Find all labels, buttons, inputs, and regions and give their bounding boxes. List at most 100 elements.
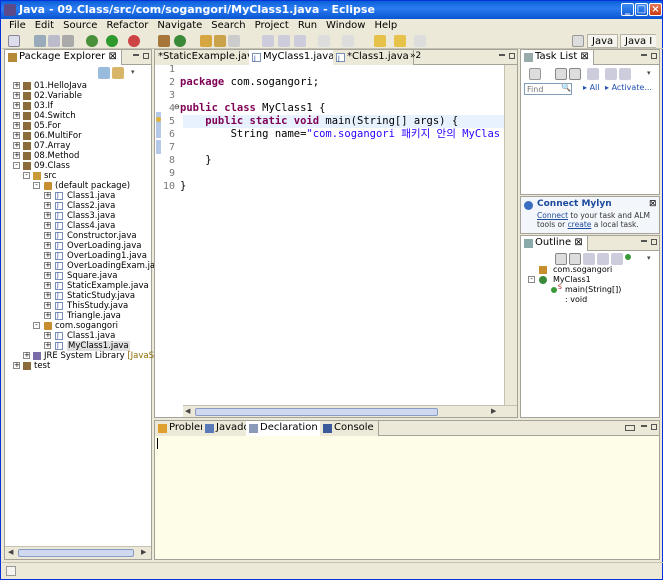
open-perspective-icon[interactable] — [572, 35, 584, 47]
expand-icon[interactable]: + — [44, 282, 51, 289]
menu-search[interactable]: Search — [207, 19, 249, 33]
fold-icon[interactable]: ⊖ — [174, 103, 180, 111]
minimize-view-icon[interactable] — [641, 54, 647, 56]
save-all-icon[interactable] — [48, 35, 60, 47]
new-java-project-icon[interactable] — [158, 35, 170, 47]
expand-icon[interactable]: + — [44, 342, 51, 349]
debug-icon[interactable] — [86, 35, 98, 47]
outline-tab[interactable]: Outline ⊠ — [521, 236, 588, 251]
tab-overflow[interactable]: »2 — [410, 51, 421, 61]
public-filter-icon[interactable] — [625, 254, 631, 260]
expand-icon[interactable]: + — [44, 332, 51, 339]
expand-icon[interactable]: + — [13, 362, 20, 369]
new-task-icon[interactable] — [529, 68, 541, 80]
expand-icon[interactable]: + — [13, 142, 20, 149]
expand-icon[interactable]: + — [13, 82, 20, 89]
collapse-all-icon[interactable] — [619, 68, 631, 80]
connect-link[interactable]: Connect — [537, 211, 568, 220]
sort-icon[interactable] — [555, 253, 567, 265]
forward-icon[interactable] — [394, 35, 406, 47]
view-menu-icon[interactable]: ▾ — [131, 68, 135, 76]
link-editor-icon[interactable] — [112, 67, 124, 79]
maximize-view-icon[interactable] — [651, 53, 657, 59]
tab-console[interactable]: Console — [320, 421, 379, 436]
expand-icon[interactable]: + — [44, 302, 51, 309]
menu-source[interactable]: Source — [59, 19, 101, 33]
task-all-link[interactable]: ▸ All — [583, 83, 599, 92]
open-task-icon[interactable] — [214, 35, 226, 47]
perspective-java[interactable]: Java — [587, 34, 619, 48]
menu-help[interactable]: Help — [370, 19, 401, 33]
close-button[interactable]: × — [649, 3, 662, 16]
hide-fields-icon[interactable] — [569, 253, 581, 265]
save-icon[interactable] — [34, 35, 46, 47]
scroll-right-icon[interactable]: ▶ — [141, 548, 146, 556]
maximize-view-icon[interactable] — [651, 424, 657, 430]
collapse-icon[interactable]: - — [528, 276, 535, 283]
view-menu-icon[interactable]: ▾ — [647, 254, 651, 262]
expand-icon[interactable]: + — [13, 92, 20, 99]
hide-completed-icon[interactable] — [605, 68, 617, 80]
scroll-right-icon[interactable]: ▶ — [491, 407, 496, 415]
next-annotation-icon[interactable] — [318, 35, 330, 47]
prev-annotation-icon[interactable] — [342, 35, 354, 47]
expand-icon[interactable]: + — [44, 202, 51, 209]
expand-icon[interactable]: + — [44, 212, 51, 219]
perspective-java-browsing[interactable]: Java I — [620, 34, 657, 48]
minimize-view-icon[interactable] — [499, 54, 505, 56]
expand-icon[interactable]: + — [44, 232, 51, 239]
fast-view-icon[interactable] — [6, 566, 16, 576]
collapse-icon[interactable]: - — [33, 322, 40, 329]
expand-icon[interactable]: + — [13, 102, 20, 109]
collapse-icon[interactable]: - — [13, 162, 20, 169]
scheduled-icon[interactable] — [569, 68, 581, 80]
maximize-button[interactable]: □ — [635, 3, 648, 16]
toggle-mark-icon[interactable] — [262, 35, 274, 47]
expand-icon[interactable]: + — [13, 122, 20, 129]
show-whitespace-icon[interactable] — [278, 35, 290, 47]
menu-edit[interactable]: Edit — [31, 19, 58, 33]
maximize-view-icon[interactable] — [509, 53, 515, 59]
minimize-view-icon[interactable] — [641, 425, 647, 427]
vertical-scrollbar[interactable] — [504, 65, 517, 405]
code-editor[interactable]: package com.sogangori; public class MyCl… — [180, 63, 500, 232]
print-icon[interactable] — [62, 35, 74, 47]
focus-icon[interactable] — [587, 68, 599, 80]
expand-icon[interactable]: + — [44, 192, 51, 199]
expand-icon[interactable]: + — [44, 222, 51, 229]
horizontal-scrollbar[interactable]: ◀ ▶ — [5, 546, 151, 559]
view-menu-icon[interactable]: ▾ — [647, 69, 651, 77]
toggle-block-icon[interactable] — [294, 35, 306, 47]
run-icon[interactable] — [106, 35, 118, 47]
expand-icon[interactable]: + — [13, 152, 20, 159]
task-list-tab[interactable]: Task List ⊠ — [521, 50, 594, 65]
menu-file[interactable]: File — [5, 19, 30, 33]
minimize-view-icon[interactable] — [641, 240, 647, 242]
minimize-view-icon[interactable] — [133, 54, 139, 56]
package-explorer-tab[interactable]: Package Explorer ⊠ — [5, 50, 122, 65]
create-link[interactable]: create — [568, 220, 592, 229]
open-type-icon[interactable] — [200, 35, 212, 47]
collapse-all-icon[interactable] — [98, 67, 110, 79]
menu-refactor[interactable]: Refactor — [102, 19, 152, 33]
menu-project[interactable]: Project — [251, 19, 293, 33]
collapse-icon[interactable]: - — [23, 172, 30, 179]
scroll-left-icon[interactable]: ◀ — [8, 548, 13, 556]
expand-icon[interactable]: + — [44, 262, 51, 269]
hide-nonpublic-icon[interactable] — [597, 253, 609, 265]
close-icon[interactable]: ⊠ — [649, 199, 657, 209]
expand-icon[interactable]: + — [44, 252, 51, 259]
scroll-thumb[interactable] — [18, 549, 134, 557]
new-icon[interactable] — [8, 35, 20, 47]
expand-icon[interactable]: + — [44, 272, 51, 279]
back-icon[interactable] — [625, 425, 635, 431]
last-edit-icon[interactable] — [414, 35, 426, 47]
collapse-icon[interactable]: - — [33, 182, 40, 189]
minimize-button[interactable]: _ — [621, 3, 634, 16]
expand-icon[interactable]: + — [44, 312, 51, 319]
maximize-view-icon[interactable] — [143, 53, 149, 59]
external-tools-icon[interactable] — [128, 35, 140, 47]
expand-icon[interactable]: + — [44, 292, 51, 299]
expand-icon[interactable]: + — [23, 352, 30, 359]
menu-run[interactable]: Run — [294, 19, 321, 33]
